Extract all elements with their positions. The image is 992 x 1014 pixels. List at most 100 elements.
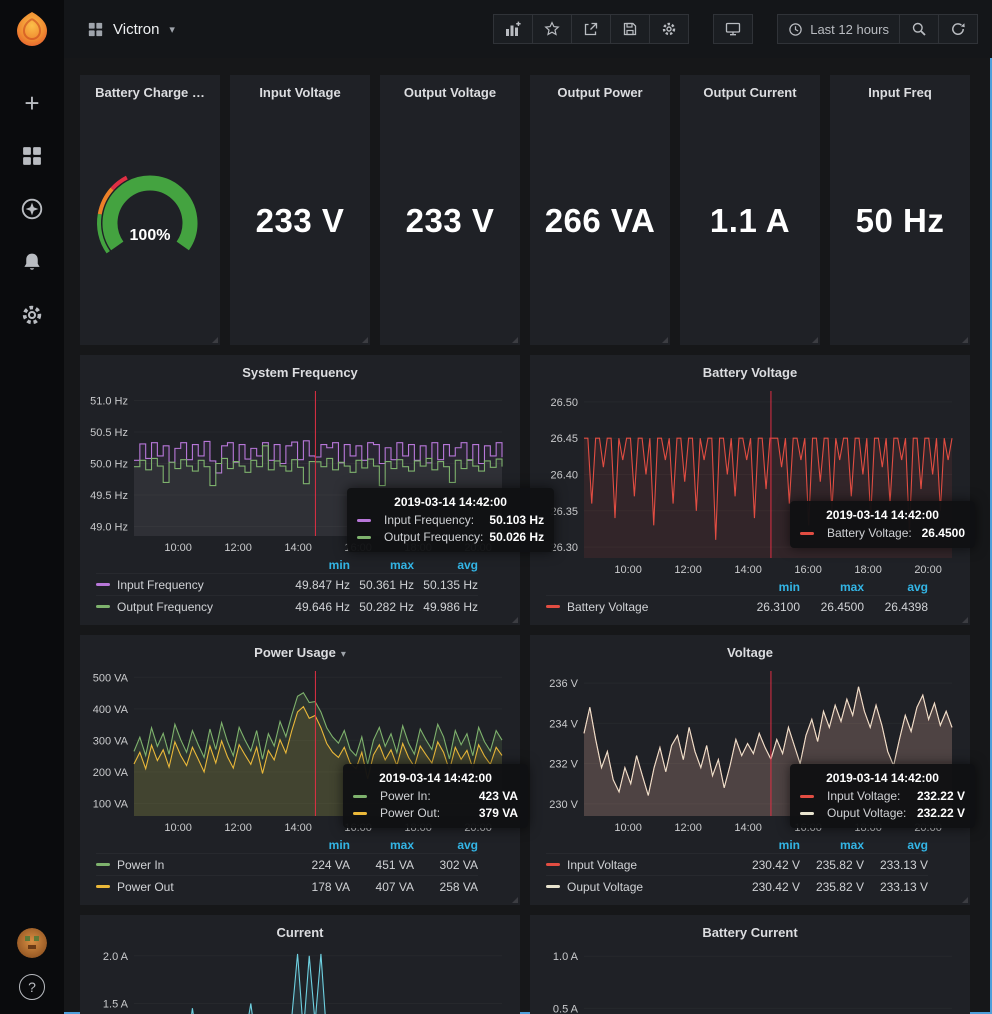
stat-panel-output-voltage: Output Voltage233 V	[380, 75, 520, 345]
user-avatar[interactable]	[17, 928, 47, 958]
legend-col-min[interactable]: min	[736, 838, 800, 852]
panel-title[interactable]: Battery Voltage	[538, 360, 962, 383]
y-axis-label: 50.5 Hz	[90, 427, 128, 439]
legend-stat-value: 50.282 Hz	[350, 600, 414, 614]
dashboard-actions-group	[493, 14, 689, 44]
legend-col-avg[interactable]: avg	[864, 838, 928, 852]
legend-series-output-frequency[interactable]: Output Frequency49.646 Hz50.282 Hz49.986…	[96, 595, 478, 617]
bell-icon	[22, 252, 42, 272]
y-axis-label: 300 VA	[93, 735, 129, 747]
content-area: Victron ▾	[64, 0, 992, 1014]
legend-col-max[interactable]: max	[350, 838, 414, 852]
y-axis-label: 1.0 A	[553, 951, 579, 963]
y-axis-label: 400 VA	[93, 704, 129, 716]
grafana-logo[interactable]	[12, 10, 52, 50]
sidebar-item-explore[interactable]	[19, 196, 45, 222]
save-dashboard-button[interactable]	[610, 14, 650, 44]
refresh-button[interactable]	[938, 14, 978, 44]
graph-canvas[interactable]: 230 V232 V234 V236 V10:0012:0014:0016:00…	[538, 663, 962, 836]
legend-header: minmaxavg	[546, 578, 928, 595]
legend-col-min[interactable]: min	[286, 558, 350, 572]
legend-series-battery-voltage[interactable]: Battery Voltage26.310026.450026.4398	[546, 595, 928, 617]
star-dashboard-button[interactable]	[532, 14, 572, 44]
dashboard-title-dropdown[interactable]: Victron ▾	[88, 21, 175, 38]
legend-col-max[interactable]: max	[800, 580, 864, 594]
sidebar: +	[0, 0, 64, 1014]
graph-canvas[interactable]: 0.0 A0.5 A1.0 A10:0012:0014:0016:0018:00…	[538, 943, 962, 1014]
panel-title[interactable]: Power Usage▾	[88, 640, 512, 663]
legend-col-max[interactable]: max	[800, 838, 864, 852]
panel-title[interactable]: Voltage	[538, 640, 962, 663]
x-axis-label: 18:00	[404, 822, 432, 834]
plot-svg: 100 VA200 VA300 VA400 VA500 VA10:0012:00…	[88, 663, 512, 836]
time-range-picker[interactable]: Last 12 hours	[777, 14, 900, 44]
series-swatch-icon	[96, 583, 110, 586]
legend-series-power-in[interactable]: Power In224 VA451 VA302 VA	[96, 853, 478, 875]
panel-menu-caret-icon[interactable]: ▾	[341, 649, 346, 660]
legend-col-min[interactable]: min	[736, 580, 800, 594]
x-axis-label: 18:00	[854, 822, 882, 834]
legend-series-input-frequency[interactable]: Input Frequency49.847 Hz50.361 Hz50.135 …	[96, 573, 478, 595]
legend-col-avg[interactable]: avg	[414, 838, 478, 852]
legend-series-power-out[interactable]: Power Out178 VA407 VA258 VA	[96, 875, 478, 897]
sidebar-item-configuration[interactable]	[19, 302, 45, 328]
x-axis-label: 10:00	[164, 542, 192, 554]
dashboards-grid-icon	[22, 146, 42, 166]
legend: minmaxavgBattery Voltage26.310026.450026…	[538, 578, 962, 619]
panel-title[interactable]: Battery Charge …	[88, 80, 212, 103]
add-panel-icon	[505, 21, 521, 37]
x-axis-label: 12:00	[224, 542, 252, 554]
graph-canvas[interactable]: 49.0 Hz49.5 Hz50.0 Hz50.5 Hz51.0 Hz10:00…	[88, 383, 512, 556]
sidebar-item-alerting[interactable]	[19, 249, 45, 275]
graph-canvas[interactable]: 0.5 A1.0 A1.5 A2.0 A10:0012:0014:0016:00…	[88, 943, 512, 1014]
add-panel-button[interactable]	[493, 14, 533, 44]
y-axis-label: 100 VA	[93, 798, 129, 810]
stat-body: 50 Hz	[838, 103, 962, 339]
legend-col-min[interactable]: min	[286, 838, 350, 852]
legend-col-avg[interactable]: avg	[864, 580, 928, 594]
cycle-view-mode-button[interactable]	[713, 14, 753, 44]
share-dashboard-button[interactable]	[571, 14, 611, 44]
legend-series-ouput-voltage[interactable]: Ouput Voltage230.42 V235.82 V233.13 V	[546, 875, 928, 897]
graph-canvas[interactable]: 26.3026.3526.4026.4526.5010:0012:0014:00…	[538, 383, 962, 578]
legend-stat-value: 230.42 V	[736, 880, 800, 894]
help-button[interactable]: ?	[19, 974, 45, 1000]
legend-series-input-voltage[interactable]: Input Voltage230.42 V235.82 V233.13 V	[546, 853, 928, 875]
y-axis-label: 26.50	[550, 397, 578, 409]
panel-title[interactable]: Current	[88, 920, 512, 943]
panel-title[interactable]: Output Voltage	[388, 80, 512, 103]
y-axis-label: 49.5 Hz	[90, 490, 128, 502]
legend: minmaxavgInput Voltage230.42 V235.82 V23…	[538, 836, 962, 899]
legend-series-name: Output Frequency	[117, 600, 286, 614]
sidebar-item-create[interactable]: +	[19, 90, 45, 116]
dashboard-settings-button[interactable]	[649, 14, 689, 44]
panel-title[interactable]: Battery Current	[538, 920, 962, 943]
panel-title-text: System Frequency	[242, 365, 358, 380]
x-axis-label: 20:00	[464, 822, 492, 834]
legend-stat-value: 407 VA	[350, 880, 414, 894]
panel-system-frequency: System Frequency49.0 Hz49.5 Hz50.0 Hz50.…	[80, 355, 520, 625]
monitor-icon	[724, 21, 742, 37]
panel-title[interactable]: Input Freq	[838, 80, 962, 103]
sidebar-item-dashboards[interactable]	[19, 143, 45, 169]
stat-value: 233 V	[256, 202, 345, 240]
avatar-image	[17, 928, 47, 958]
explore-compass-icon	[21, 198, 43, 220]
y-axis-label: 50.0 Hz	[90, 459, 128, 471]
x-axis-label: 16:00	[794, 564, 822, 576]
stat-panel-input-voltage: Input Voltage 233 V	[230, 75, 370, 345]
graph-canvas[interactable]: 100 VA200 VA300 VA400 VA500 VA10:0012:00…	[88, 663, 512, 836]
panel-title-text: Battery Voltage	[703, 365, 797, 380]
chevron-down-icon: ▾	[169, 23, 175, 36]
zoom-out-button[interactable]	[899, 14, 939, 44]
legend-stat-value: 50.135 Hz	[414, 578, 478, 592]
panel-title[interactable]: Input Voltage	[238, 80, 362, 103]
panel-title[interactable]: Output Current	[688, 80, 812, 103]
panel-title[interactable]: Output Power	[538, 80, 662, 103]
legend-col-avg[interactable]: avg	[414, 558, 478, 572]
legend-stat-value: 50.361 Hz	[350, 578, 414, 592]
series-swatch-icon	[96, 605, 110, 608]
legend-col-max[interactable]: max	[350, 558, 414, 572]
panel-title[interactable]: System Frequency	[88, 360, 512, 383]
grafana-logo-icon	[12, 10, 52, 50]
